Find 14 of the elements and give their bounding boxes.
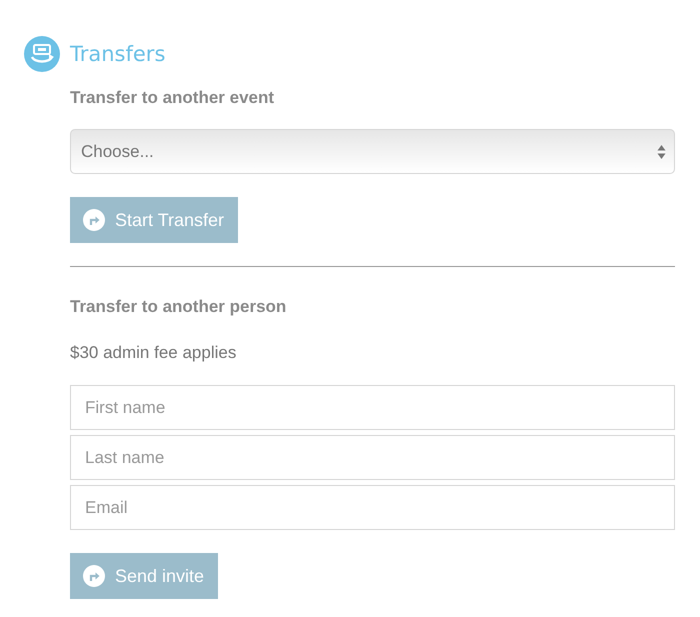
- start-transfer-button[interactable]: Start Transfer: [70, 197, 238, 243]
- text-field[interactable]: Last name: [70, 435, 675, 480]
- event-select[interactable]: Choose...: [70, 129, 675, 174]
- section-heading: Transfer to another event: [70, 88, 276, 108]
- section-title: Transfers: [70, 42, 166, 66]
- section-heading: Transfer to another person: [70, 297, 288, 317]
- ticket-transfer-icon: [24, 36, 60, 72]
- turn-right-icon: [83, 565, 105, 587]
- turn-right-icon: [83, 209, 105, 231]
- fee-note: $30 admin fee applies: [70, 343, 238, 363]
- text-field[interactable]: Email: [70, 485, 675, 530]
- text-field[interactable]: First name: [70, 385, 675, 430]
- send-invite-button[interactable]: Send invite: [70, 553, 218, 599]
- sort-arrows-icon: [657, 144, 666, 160]
